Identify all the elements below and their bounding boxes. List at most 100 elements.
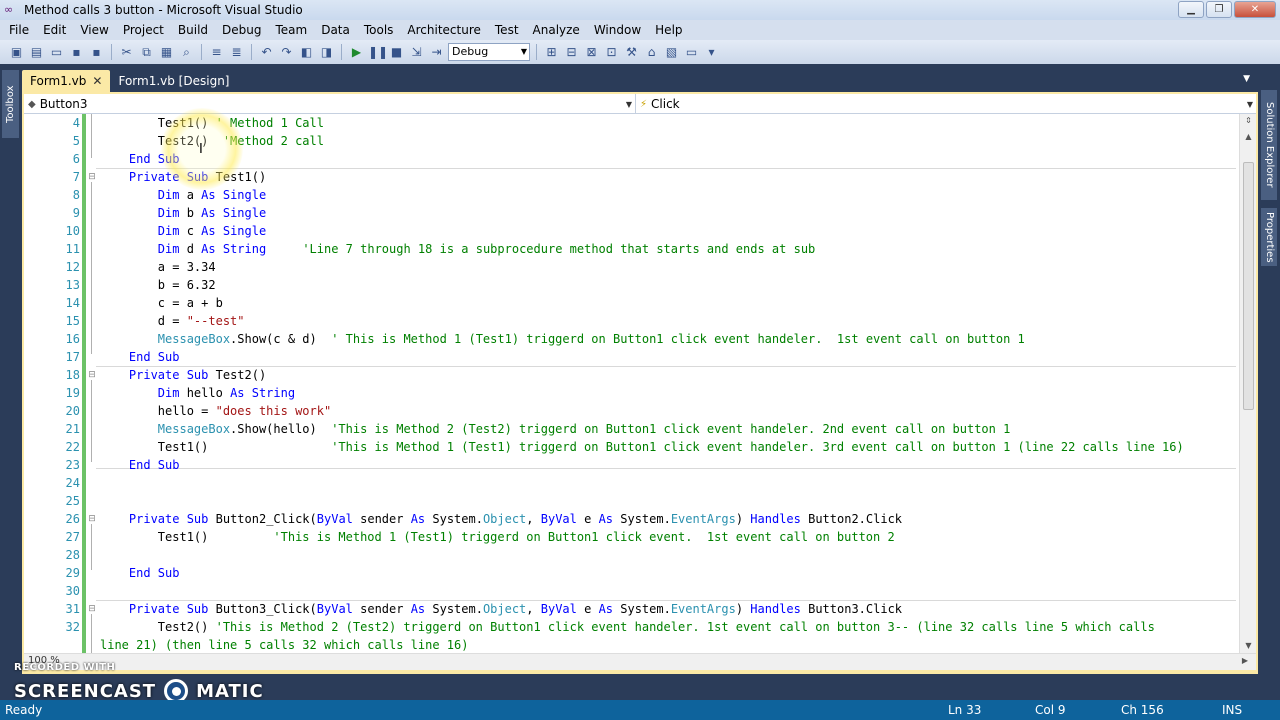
tab-label: Form1.vb xyxy=(30,74,87,88)
collapse-icon[interactable]: ⊟ xyxy=(86,510,98,528)
close-tab-icon[interactable]: ✕ xyxy=(92,70,102,92)
menu-build[interactable]: Build xyxy=(171,23,215,37)
code-line: Dim b As Single xyxy=(157,206,267,220)
close-button[interactable]: ✕ xyxy=(1234,1,1276,18)
line-number: 14 xyxy=(65,296,80,310)
extension-manager-icon[interactable]: ▧ xyxy=(663,44,680,61)
object-dropdown[interactable]: ◆ Button3 ▼ xyxy=(24,94,636,114)
document-tabs: Form1.vb ✕ Form1.vb [Design] ▼ xyxy=(22,68,1258,92)
menu-help[interactable]: Help xyxy=(648,23,689,37)
scroll-thumb[interactable] xyxy=(1243,162,1254,410)
tab-form1-design[interactable]: Form1.vb [Design] xyxy=(110,70,237,92)
code-line: Private Sub Button2_Click(ByVal sender A… xyxy=(128,512,903,526)
left-dock-strip: Toolbox xyxy=(0,66,22,700)
code-line: End Sub xyxy=(128,350,180,364)
save-icon[interactable]: ▪ xyxy=(68,44,85,61)
pause-icon[interactable]: ❚❚ xyxy=(368,44,388,61)
find-icon[interactable]: ⌕ xyxy=(178,44,195,61)
solution-explorer-tab[interactable]: Solution Explorer xyxy=(1261,90,1277,200)
split-handle-icon[interactable]: ⇕ xyxy=(1240,114,1256,128)
watermark-brand-right: MATIC xyxy=(196,680,264,702)
line-number: 12 xyxy=(65,260,80,274)
command-window-icon[interactable]: ▭ xyxy=(683,44,700,61)
line-number: 16 xyxy=(65,332,80,346)
standard-toolbar: ▣ ▤ ▭ ▪ ▪ ✂ ⧉ ▦ ⌕ ≡ ≣ ↶ ↷ ◧ ◨ ▶ ❚❚ ■ ⇲ ⇥… xyxy=(0,40,1280,64)
menu-bar: File Edit View Project Build Debug Team … xyxy=(0,20,1280,40)
tab-list-dropdown-icon[interactable]: ▼ xyxy=(1243,74,1250,84)
code-text-area[interactable]: 4 5 6 7 8 9 10 11 12 13 14 15 16 17 18 1… xyxy=(24,114,1256,653)
step-icon[interactable]: ⇲ xyxy=(408,44,425,61)
scroll-up-icon[interactable]: ▲ xyxy=(1240,130,1256,144)
line-number: 26 xyxy=(65,512,80,526)
outline-guide xyxy=(91,380,92,462)
menu-file[interactable]: File xyxy=(2,23,36,37)
code-line: Dim hello As String xyxy=(157,386,296,400)
step-over-icon[interactable]: ⇥ xyxy=(428,44,445,61)
line-number: 27 xyxy=(65,530,80,544)
uncomment-icon[interactable]: ≣ xyxy=(228,44,245,61)
code-line: Dim c As Single xyxy=(157,224,267,238)
navigate-backward-icon[interactable]: ◧ xyxy=(298,44,315,61)
collapse-icon[interactable]: ⊟ xyxy=(86,600,98,618)
scroll-right-icon[interactable]: ▶ xyxy=(1242,656,1248,665)
line-number: 23 xyxy=(65,458,80,472)
object-dropdown-value: Button3 xyxy=(39,96,88,111)
properties-tab[interactable]: Properties xyxy=(1261,208,1277,266)
tab-label: Form1.vb [Design] xyxy=(118,74,230,88)
menu-test[interactable]: Test xyxy=(488,23,526,37)
collapse-icon[interactable]: ⊟ xyxy=(86,168,98,186)
menu-project[interactable]: Project xyxy=(116,23,171,37)
menu-edit[interactable]: Edit xyxy=(36,23,73,37)
event-dropdown[interactable]: ⚡ Click ▼ xyxy=(636,94,1256,114)
tab-form1-vb[interactable]: Form1.vb ✕ xyxy=(22,70,111,92)
add-item-icon[interactable]: ▤ xyxy=(28,44,45,61)
line-number: 30 xyxy=(65,584,80,598)
menu-data[interactable]: Data xyxy=(314,23,357,37)
paste-icon[interactable]: ▦ xyxy=(158,44,175,61)
menu-view[interactable]: View xyxy=(73,23,115,37)
menu-architecture[interactable]: Architecture xyxy=(400,23,487,37)
collapse-icon[interactable]: ⊟ xyxy=(86,366,98,384)
open-file-icon[interactable]: ▭ xyxy=(48,44,65,61)
start-page-icon[interactable]: ⌂ xyxy=(643,44,660,61)
vertical-scrollbar[interactable]: ⇕ ▲ ▼ xyxy=(1239,114,1256,653)
solution-explorer-icon[interactable]: ⊟ xyxy=(563,44,580,61)
properties-window-icon[interactable]: ⊠ xyxy=(583,44,600,61)
code-line: Test2() 'This is Method 2 (Test2) trigge… xyxy=(100,620,1155,634)
code-line: End Sub xyxy=(128,458,180,472)
stop-icon[interactable]: ■ xyxy=(388,44,405,61)
menu-debug[interactable]: Debug xyxy=(215,23,268,37)
object-browser-icon[interactable]: ⊡ xyxy=(603,44,620,61)
undo-icon[interactable]: ↶ xyxy=(258,44,275,61)
save-all-icon[interactable]: ▪ xyxy=(88,44,105,61)
comment-icon[interactable]: ≡ xyxy=(208,44,225,61)
redo-icon[interactable]: ↷ xyxy=(278,44,295,61)
menu-team[interactable]: Team xyxy=(268,23,314,37)
line-number: 21 xyxy=(65,422,80,436)
code-line: End Sub xyxy=(128,566,180,580)
menu-window[interactable]: Window xyxy=(587,23,648,37)
right-dock-strip: Solution Explorer Properties xyxy=(1258,66,1280,700)
find-in-files-icon[interactable]: ⊞ xyxy=(543,44,560,61)
scroll-down-icon[interactable]: ▼ xyxy=(1240,639,1256,653)
toolbox-icon[interactable]: ⚒ xyxy=(623,44,640,61)
toolbar-separator xyxy=(341,44,342,60)
line-number: 29 xyxy=(65,566,80,580)
restore-button[interactable]: ❐ xyxy=(1206,1,1232,18)
new-project-icon[interactable]: ▣ xyxy=(8,44,25,61)
outline-guide xyxy=(91,182,92,354)
copy-icon[interactable]: ⧉ xyxy=(138,44,155,61)
toolbox-tab[interactable]: Toolbox xyxy=(2,70,19,138)
menu-tools[interactable]: Tools xyxy=(357,23,401,37)
solution-configuration-dropdown[interactable]: Debug ▼ xyxy=(448,43,530,61)
event-dropdown-value: Click xyxy=(651,96,680,111)
code-line: b = 6.32 xyxy=(100,278,216,292)
start-debugging-icon[interactable]: ▶ xyxy=(348,44,365,61)
navigate-forward-icon[interactable]: ◨ xyxy=(318,44,335,61)
toolbar-options-icon[interactable]: ▾ xyxy=(703,44,720,61)
menu-analyze[interactable]: Analyze xyxy=(526,23,587,37)
procedure-separator xyxy=(96,168,1236,169)
minimize-button[interactable]: ▁ xyxy=(1178,1,1204,18)
line-number: 32 xyxy=(65,620,80,634)
cut-icon[interactable]: ✂ xyxy=(118,44,135,61)
